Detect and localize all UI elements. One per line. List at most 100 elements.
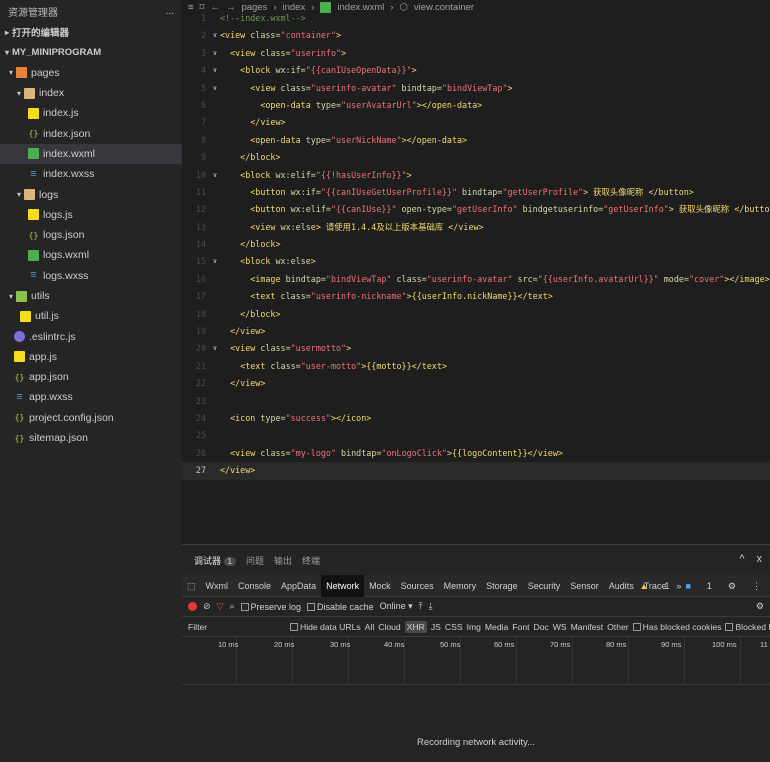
filter-input[interactable]: Filter <box>188 622 207 632</box>
filter-font[interactable]: Font <box>512 622 529 632</box>
code-line: 7 </view> <box>200 117 286 128</box>
tree-folder-pages[interactable]: ▾ pages <box>0 63 182 83</box>
more-actions-button[interactable]: ... <box>166 6 174 17</box>
tab-sensor[interactable]: Sensor <box>565 575 604 597</box>
timeline-tick: 30 ms <box>330 640 351 649</box>
filter-xhr[interactable]: XHR <box>404 620 427 633</box>
tree-file-index-json[interactable]: {} index.json <box>0 123 182 143</box>
kebab-menu-icon[interactable]: ⋮ <box>747 575 766 597</box>
filter-img[interactable]: Img <box>467 622 481 632</box>
code-line: 16 <image bindtap= "bindViewTap" class= "u… <box>195 273 770 284</box>
tree-file-eslintrc[interactable]: .eslintrc.js <box>0 326 182 346</box>
record-button[interactable] <box>188 602 197 611</box>
code-area[interactable]: 1 <!--index.wxml--> 2 ∨ <view class= "contai… <box>182 10 770 480</box>
gear-icon[interactable]: ⚙ <box>723 575 741 597</box>
tree-folder-index[interactable]: ▾ index <box>0 83 182 103</box>
tab-console[interactable]: Console <box>233 575 276 597</box>
folder-icon <box>24 189 35 201</box>
maximize-panel-button[interactable]: ^ <box>739 553 744 565</box>
blocked-requests-checkbox[interactable]: Blocked Requests <box>725 622 770 632</box>
tab-audits[interactable]: Audits <box>604 575 639 597</box>
disable-cache-checkbox[interactable]: Disable cache <box>307 602 374 612</box>
tree-file-index-wxml[interactable]: index.wxml <box>0 143 182 165</box>
throttling-select[interactable]: Online ▾ <box>380 601 413 612</box>
eslint-file-icon <box>14 331 25 343</box>
filter-cloud[interactable]: Cloud <box>378 622 400 632</box>
timeline-tick: 60 ms <box>494 640 515 649</box>
tree-file-project-config[interactable]: {} project.config.json <box>0 408 182 428</box>
timeline-tick: 90 ms <box>661 640 682 649</box>
filter-js[interactable]: JS <box>431 622 441 632</box>
tree-folder-logs[interactable]: ▾ logs <box>0 184 182 204</box>
tree-file-index-js[interactable]: index.js <box>0 103 182 123</box>
debugger-count-badge: 1 <box>223 556 236 566</box>
code-line-active: 27 </view> <box>182 462 770 480</box>
js-file-icon <box>20 310 31 322</box>
tree-file-app-json[interactable]: {} app.json <box>0 367 182 387</box>
tree-file-logs-js[interactable]: logs.js <box>0 205 182 225</box>
tab-problems[interactable]: 问题 <box>246 554 264 567</box>
filter-manifest[interactable]: Manifest <box>571 622 603 632</box>
tab-terminal[interactable]: 终端 <box>302 554 320 567</box>
search-icon[interactable]: ⌕ <box>229 601 234 612</box>
code-line: 19 </view> <box>195 326 266 337</box>
warning-icon[interactable]: ▲ <box>635 575 654 597</box>
tree-file-logs-wxml[interactable]: logs.wxml <box>0 245 182 265</box>
filter-ws[interactable]: WS <box>553 622 567 632</box>
settings-icon[interactable]: ⚙ <box>756 601 764 612</box>
tree-file-logs-wxss[interactable]: ≡ logs.wxss <box>0 266 182 286</box>
timeline-tick: 40 ms <box>384 640 405 649</box>
close-panel-button[interactable]: x <box>757 553 763 565</box>
timeline-tick: 70 ms <box>550 640 571 649</box>
info-icon[interactable]: ■ <box>680 575 695 597</box>
code-line: 6 <open-data type= "userAvatarUrl" ></open… <box>200 99 483 110</box>
tree-file-app-wxss[interactable]: ≡ app.wxss <box>0 387 182 407</box>
hide-data-urls-checkbox[interactable]: Hide data URLs <box>290 622 361 632</box>
tab-debugger[interactable]: 调试器 1 <box>194 554 236 567</box>
filter-other[interactable]: Other <box>607 622 629 632</box>
filter-doc[interactable]: Doc <box>534 622 549 632</box>
code-line: 22 </view> <box>195 378 266 389</box>
filter-all[interactable]: All <box>365 622 375 632</box>
tree-file-app-js[interactable]: app.js <box>0 347 182 367</box>
tab-network[interactable]: Network <box>321 574 365 597</box>
inspect-element-icon[interactable]: ⬚ <box>182 575 201 597</box>
tab-security[interactable]: Security <box>523 575 566 597</box>
tab-appdata[interactable]: AppData <box>276 575 321 597</box>
tree-file-sitemap[interactable]: {} sitemap.json <box>0 428 182 448</box>
section-project[interactable]: ▾ MY_MINIPROGRAM <box>0 42 182 62</box>
tab-wxml[interactable]: Wxml <box>201 575 234 597</box>
network-timeline[interactable]: 10 ms 20 ms 30 ms 40 ms 50 ms 60 ms 70 m… <box>182 637 770 685</box>
has-blocked-cookies-checkbox[interactable]: Has blocked cookies <box>632 622 721 632</box>
code-line: 25 <box>195 430 206 441</box>
wxml-file-icon <box>28 249 39 261</box>
filter-media[interactable]: Media <box>485 622 508 632</box>
tree-file-index-wxss[interactable]: ≡ index.wxss <box>0 164 182 184</box>
timeline-tick: 10 ms <box>218 640 239 649</box>
info-count: 1 <box>706 581 712 591</box>
timeline-tick: 20 ms <box>274 640 295 649</box>
devtools-panel: 调试器 1 问题 输出 终端 ^ x ⬚ Wxml Console AppDat… <box>182 544 770 762</box>
js-file-icon <box>28 107 39 119</box>
tree-file-util-js[interactable]: util.js <box>0 306 182 326</box>
wxml-file-icon <box>28 148 39 160</box>
filter-icon[interactable]: ▽ <box>217 601 224 612</box>
code-editor[interactable]: ≡ ⌑ ← → pages › index › index.wxml › ⬡ v… <box>182 0 770 544</box>
tab-storage[interactable]: Storage <box>481 575 523 597</box>
tab-sources[interactable]: Sources <box>396 575 439 597</box>
tree-file-logs-json[interactable]: {} logs.json <box>0 225 182 245</box>
filter-css[interactable]: CSS <box>445 622 463 632</box>
fold-icon: ∨ <box>212 170 218 179</box>
clear-icon[interactable]: ⊘ <box>203 601 211 612</box>
tab-mock[interactable]: Mock <box>364 575 396 597</box>
code-line: 15 ∨ <block wx:else > <box>182 253 770 270</box>
tab-memory[interactable]: Memory <box>439 575 482 597</box>
wxss-file-icon: ≡ <box>30 269 37 282</box>
tree-folder-utils[interactable]: ▾ utils <box>0 286 182 306</box>
tab-output[interactable]: 输出 <box>274 554 292 567</box>
download-icon[interactable]: ⤓ <box>429 601 433 612</box>
preserve-log-checkbox[interactable]: Preserve log <box>240 602 301 612</box>
code-line: 23 <box>195 395 206 406</box>
upload-icon[interactable]: ⤒ <box>419 601 423 612</box>
section-open-editors[interactable]: ▸ 打开的编辑器 <box>0 22 182 42</box>
